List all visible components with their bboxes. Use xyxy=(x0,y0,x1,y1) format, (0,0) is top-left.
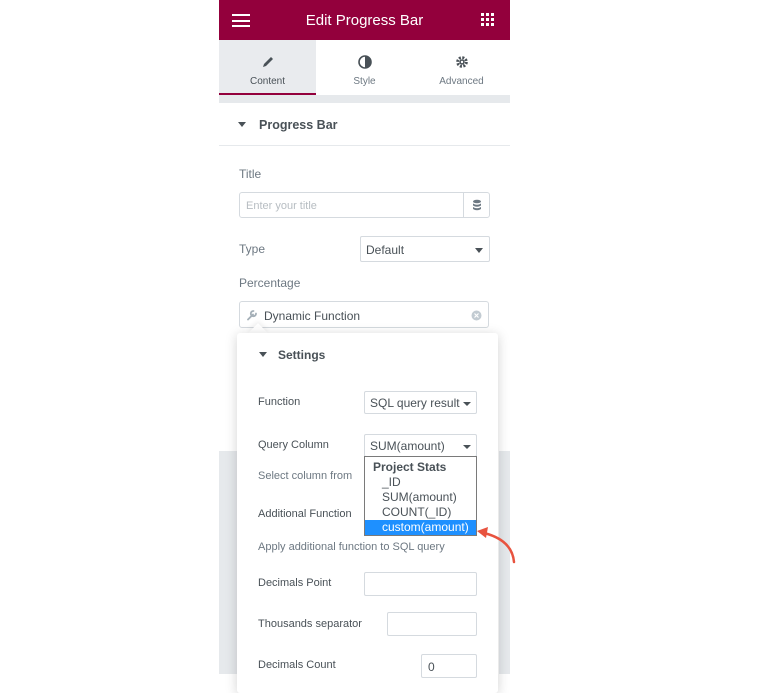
thousands-separator-input[interactable] xyxy=(387,612,477,636)
half-circle-icon xyxy=(316,51,413,73)
tab-style-label: Style xyxy=(353,76,376,87)
type-select[interactable]: Default xyxy=(360,236,490,262)
decimals-count-value: 0 xyxy=(428,660,435,674)
tab-content[interactable]: Content xyxy=(219,40,316,95)
dropdown-option[interactable]: SUM(amount) xyxy=(365,490,476,505)
additional-function-description: Apply additional function to SQL query xyxy=(258,541,445,553)
dynamic-function-tag[interactable]: Dynamic Function xyxy=(239,301,489,328)
caret-down-icon xyxy=(463,445,471,449)
settings-title: Settings xyxy=(278,348,326,362)
thousands-separator-label: Thousands separator xyxy=(258,618,362,630)
pencil-icon xyxy=(219,51,316,73)
query-column-description: Select column from xyxy=(258,470,353,482)
type-label: Type xyxy=(239,242,266,256)
tab-style[interactable]: Style xyxy=(316,40,413,95)
query-column-value: SUM(amount) xyxy=(370,439,445,453)
decimals-point-input[interactable] xyxy=(364,572,477,596)
additional-function-label: Additional Function xyxy=(258,508,352,520)
clear-circle-icon[interactable] xyxy=(471,310,482,321)
tab-content-label: Content xyxy=(249,76,286,87)
dynamic-tags-button[interactable] xyxy=(463,192,490,218)
function-select[interactable]: SQL query result xyxy=(364,391,477,414)
tab-advanced-label: Advanced xyxy=(439,76,484,87)
section-title: Progress Bar xyxy=(259,118,338,132)
dropdown-group-label: Project Stats xyxy=(373,460,447,474)
divider-strip xyxy=(219,95,510,103)
panel-background xyxy=(219,451,237,674)
annotation-arrow-icon xyxy=(477,527,516,564)
type-value: Default xyxy=(366,243,405,257)
section-progress-bar[interactable]: Progress Bar xyxy=(219,103,510,146)
tab-advanced[interactable]: Advanced xyxy=(413,40,510,95)
query-column-dropdown: Project Stats _ID SUM(amount) COUNT(_ID)… xyxy=(364,456,477,536)
dropdown-option[interactable]: _ID xyxy=(365,475,476,490)
decimals-count-label: Decimals Count xyxy=(258,659,336,671)
function-label: Function xyxy=(258,396,301,408)
panel-title: Edit Progress Bar xyxy=(305,12,424,29)
title-input[interactable]: Enter your title xyxy=(239,192,464,218)
title-placeholder: Enter your title xyxy=(246,200,317,212)
percentage-label: Percentage xyxy=(239,276,301,290)
decimals-point-label: Decimals Point xyxy=(258,577,332,589)
apps-grid-icon[interactable] xyxy=(481,13,495,27)
title-label: Title xyxy=(239,167,262,181)
dropdown-option[interactable]: COUNT(_ID) xyxy=(365,505,476,520)
decimals-count-input[interactable]: 0 xyxy=(421,654,477,678)
wrench-icon xyxy=(247,310,257,321)
dropdown-option-selected[interactable]: custom(amount) xyxy=(365,520,476,535)
caret-down-icon xyxy=(259,352,267,357)
dynamic-function-text: Dynamic Function xyxy=(264,309,361,323)
panel-tabs: Content Style Advanced xyxy=(219,40,510,95)
function-value: SQL query result xyxy=(370,396,460,410)
panel-header: Edit Progress Bar xyxy=(219,0,510,40)
caret-down-icon xyxy=(238,122,246,127)
query-column-select[interactable]: SUM(amount) xyxy=(364,434,477,457)
gear-icon xyxy=(413,51,510,73)
query-column-label: Query Column xyxy=(258,439,329,451)
caret-down-icon xyxy=(475,248,483,253)
caret-down-icon xyxy=(463,402,471,406)
database-icon xyxy=(473,199,481,211)
